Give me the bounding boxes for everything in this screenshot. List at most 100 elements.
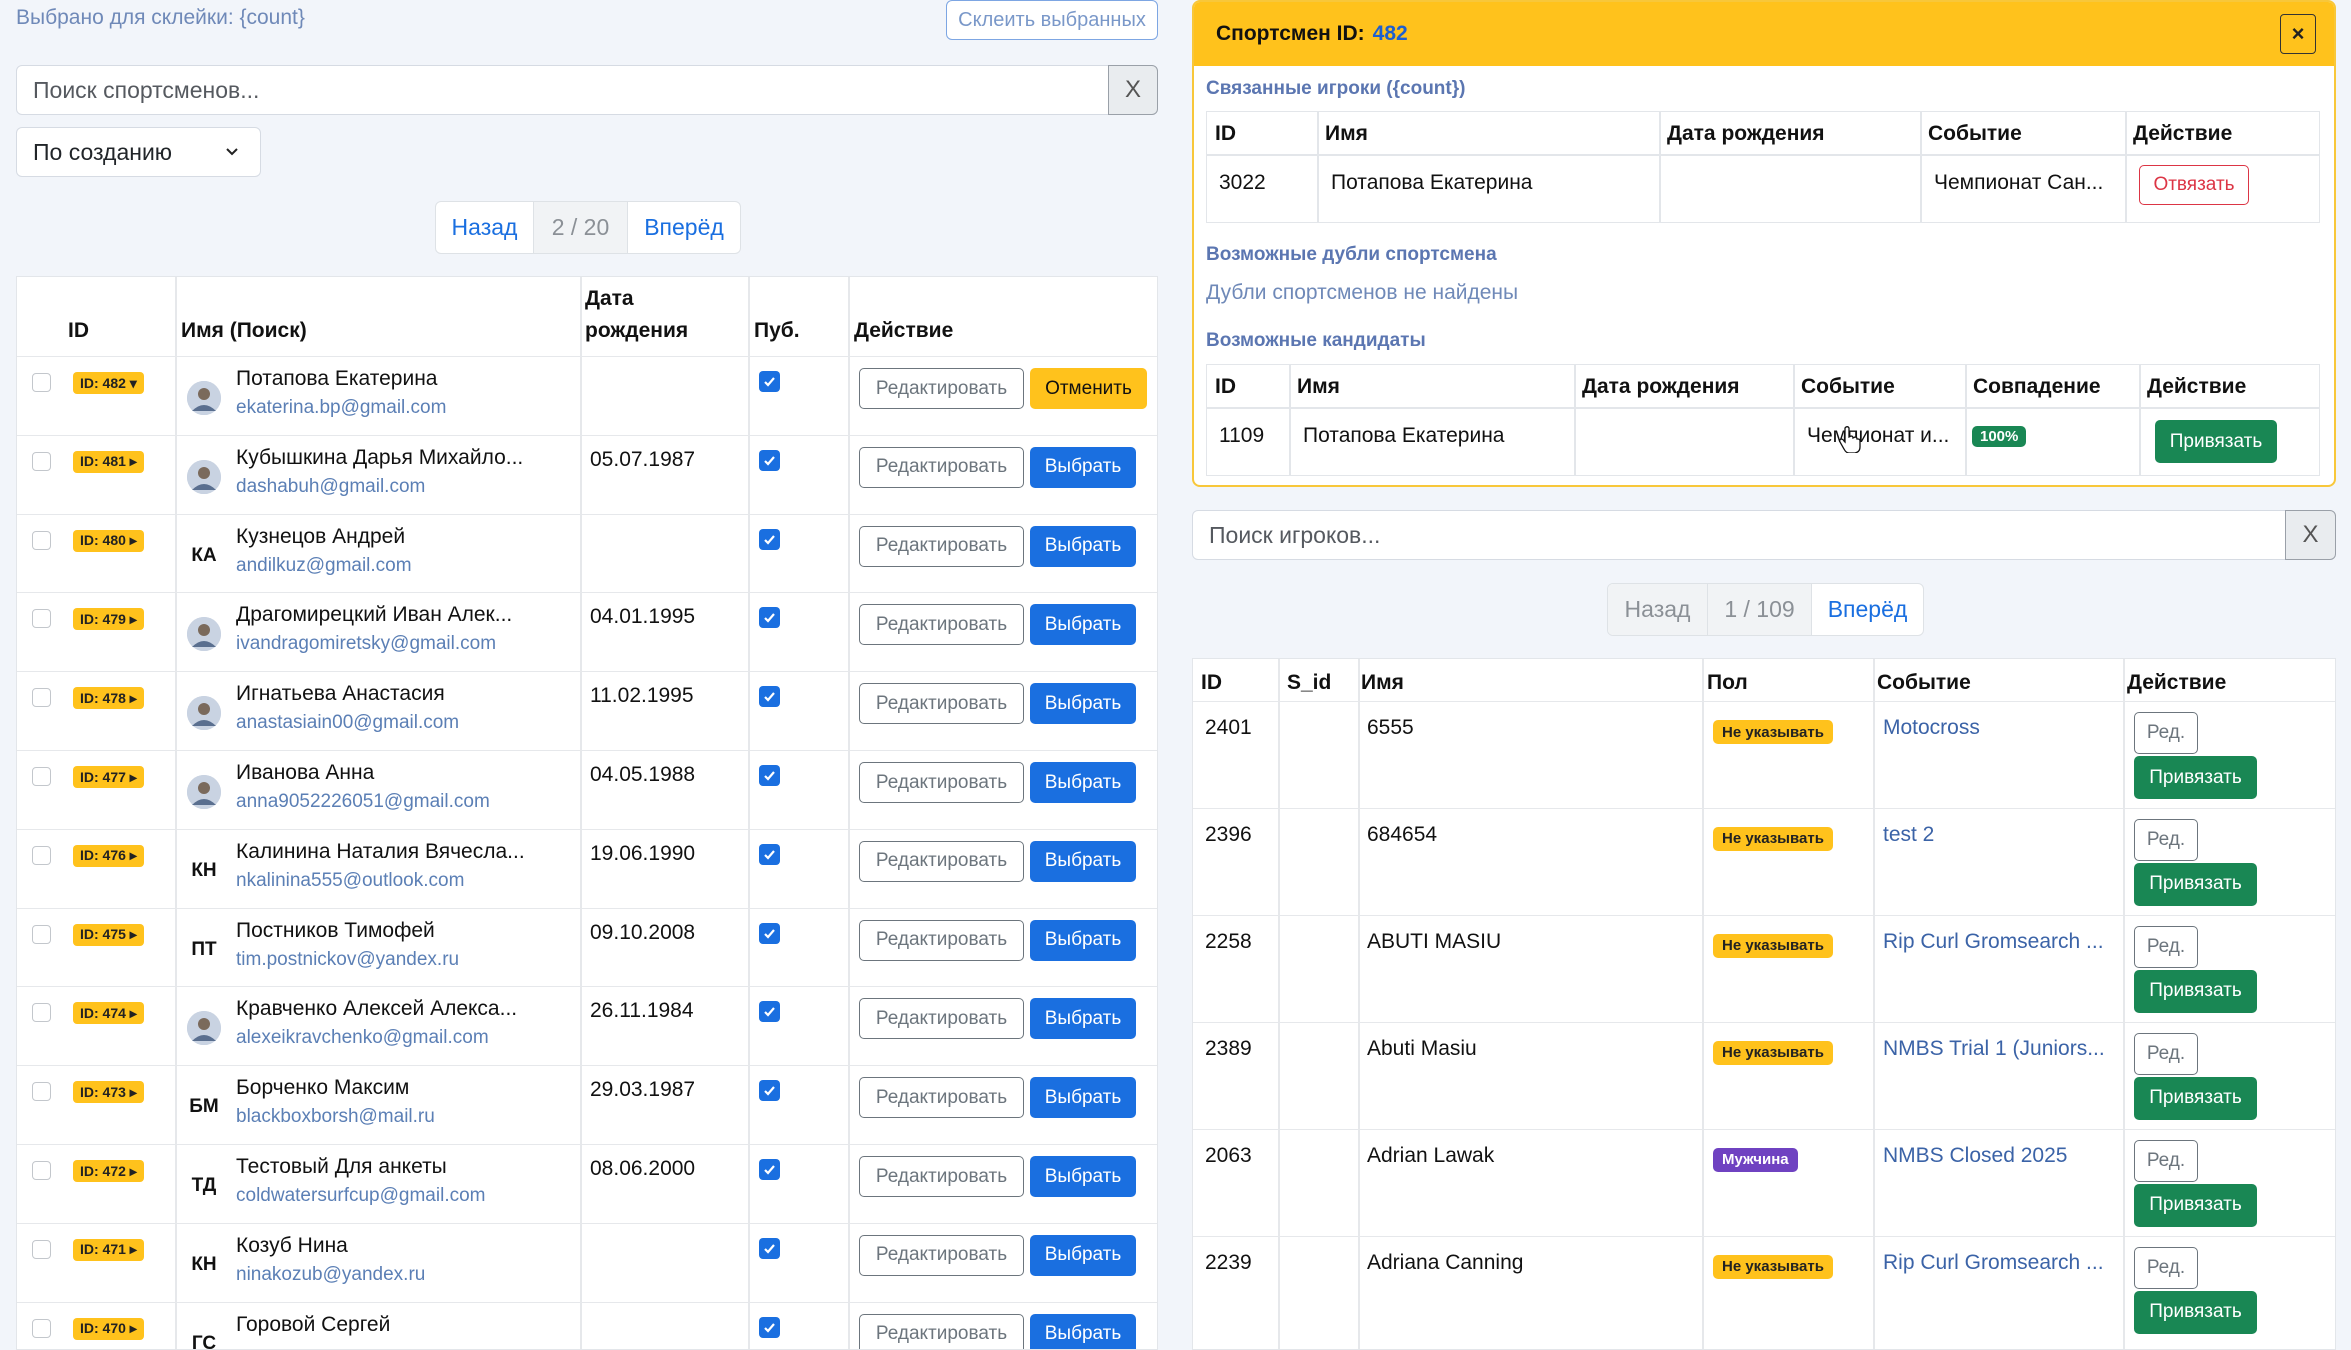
edit-button[interactable]: Редактировать xyxy=(859,919,1024,961)
edit-button[interactable]: Ред. xyxy=(2134,818,2198,861)
published-checkbox[interactable] xyxy=(759,686,780,708)
row-checkbox[interactable] xyxy=(32,767,51,786)
row-checkbox[interactable] xyxy=(32,1082,51,1102)
row-checkbox[interactable] xyxy=(32,1318,51,1338)
edit-button[interactable]: Редактировать xyxy=(859,1077,1024,1119)
row-checkbox[interactable] xyxy=(32,688,51,708)
edit-button[interactable]: Редактировать xyxy=(859,762,1024,803)
cancel-button[interactable]: Отменить xyxy=(1030,368,1147,409)
id-badge[interactable]: ID: 479 ▸ xyxy=(73,608,144,631)
row-checkbox[interactable] xyxy=(32,924,51,944)
select-button[interactable]: Выбрать xyxy=(1030,840,1136,882)
unlink-button[interactable]: Отвязать xyxy=(2139,165,2249,205)
select-button[interactable]: Выбрать xyxy=(1030,604,1136,646)
published-checkbox[interactable] xyxy=(759,607,780,629)
edit-button[interactable]: Редактировать xyxy=(859,1313,1024,1349)
avatar: КА xyxy=(191,544,217,566)
close-icon[interactable]: × xyxy=(2280,14,2316,54)
id-badge[interactable]: ID: 478 ▸ xyxy=(73,687,144,710)
edit-button[interactable]: Ред. xyxy=(2134,1032,2198,1075)
published-checkbox[interactable] xyxy=(759,1237,780,1259)
event-link[interactable]: test 2 xyxy=(1883,823,1934,847)
attach-button[interactable]: Привязать xyxy=(2134,969,2257,1013)
id-badge[interactable]: ID: 473 ▸ xyxy=(73,1081,144,1104)
row-checkbox[interactable] xyxy=(32,1239,51,1259)
row-checkbox[interactable] xyxy=(32,1003,51,1023)
event-link[interactable]: Rip Curl Gromsearch ... xyxy=(1883,930,2104,954)
edit-button[interactable]: Редактировать xyxy=(859,368,1024,409)
attach-button[interactable]: Привязать xyxy=(2134,862,2257,906)
next-page-button[interactable]: Вперёд xyxy=(1812,584,1923,635)
edit-button[interactable]: Ред. xyxy=(2134,1139,2198,1182)
select-button[interactable]: Выбрать xyxy=(1030,1156,1136,1197)
event-link[interactable]: Rip Curl Gromsearch ... xyxy=(1883,1251,2104,1275)
published-checkbox[interactable] xyxy=(759,765,780,786)
edit-button[interactable]: Ред. xyxy=(2134,1246,2198,1289)
select-button[interactable]: Выбрать xyxy=(1030,998,1136,1040)
edit-button[interactable]: Ред. xyxy=(2134,925,2198,968)
athlete-search-clear-button[interactable]: X xyxy=(1108,65,1158,115)
sort-select[interactable]: По созданию xyxy=(16,127,261,177)
select-button[interactable]: Выбрать xyxy=(1030,525,1136,567)
event-link[interactable]: NMBS Closed 2025 xyxy=(1883,1144,2067,1168)
published-checkbox[interactable] xyxy=(759,1316,780,1338)
published-checkbox[interactable] xyxy=(759,922,780,944)
attach-candidate-button[interactable]: Привязать xyxy=(2155,420,2277,463)
players-search-clear-button[interactable]: X xyxy=(2285,510,2336,560)
attach-button[interactable]: Привязать xyxy=(2134,1290,2257,1334)
attach-button[interactable]: Привязать xyxy=(2134,1183,2257,1227)
candidate-event-link[interactable]: Чемпионат и... xyxy=(1807,424,1949,448)
id-badge[interactable]: ID: 482 ▾ xyxy=(73,372,144,394)
merge-selected-button[interactable]: Склеить выбранных xyxy=(946,0,1158,40)
select-button[interactable]: Выбрать xyxy=(1030,446,1136,488)
id-badge[interactable]: ID: 472 ▸ xyxy=(73,1160,144,1182)
edit-button[interactable]: Ред. xyxy=(2134,712,2198,754)
select-button[interactable]: Выбрать xyxy=(1030,919,1136,961)
row-checkbox[interactable] xyxy=(32,451,51,471)
row-checkbox[interactable] xyxy=(32,530,51,550)
published-checkbox[interactable] xyxy=(759,1001,780,1023)
row-checkbox[interactable] xyxy=(32,845,51,865)
attach-button[interactable]: Привязать xyxy=(2134,1076,2257,1120)
select-button[interactable]: Выбрать xyxy=(1030,762,1136,803)
id-badge[interactable]: ID: 474 ▸ xyxy=(73,1002,144,1025)
athlete-search-input[interactable]: Поиск спортсменов... xyxy=(16,65,1109,115)
event-link[interactable]: Motocross xyxy=(1883,716,1980,740)
published-checkbox[interactable] xyxy=(759,843,780,865)
published-checkbox[interactable] xyxy=(759,528,780,550)
edit-button[interactable]: Редактировать xyxy=(859,840,1024,882)
edit-button[interactable]: Редактировать xyxy=(859,998,1024,1040)
select-button[interactable]: Выбрать xyxy=(1030,1077,1136,1119)
published-checkbox[interactable] xyxy=(759,1080,780,1102)
prev-page-button[interactable]: Назад xyxy=(436,202,534,253)
event-link[interactable]: NMBS Trial 1 (Juniors... xyxy=(1883,1037,2105,1061)
id-badge[interactable]: ID: 470 ▸ xyxy=(73,1317,144,1340)
select-button[interactable]: Выбрать xyxy=(1030,683,1136,725)
select-button[interactable]: Выбрать xyxy=(1030,1313,1136,1349)
edit-button[interactable]: Редактировать xyxy=(859,1156,1024,1197)
id-badge[interactable]: ID: 480 ▸ xyxy=(73,529,144,552)
edit-button[interactable]: Редактировать xyxy=(859,446,1024,488)
col-name[interactable]: Имя (Поиск) xyxy=(181,319,307,343)
row-checkbox[interactable] xyxy=(32,609,51,629)
published-checkbox[interactable] xyxy=(759,1159,780,1180)
id-badge[interactable]: ID: 481 ▸ xyxy=(73,450,144,473)
edit-button[interactable]: Редактировать xyxy=(859,604,1024,646)
id-badge[interactable]: ID: 476 ▸ xyxy=(73,844,144,867)
edit-button[interactable]: Редактировать xyxy=(859,1234,1024,1276)
published-checkbox[interactable] xyxy=(759,449,780,471)
row-checkbox[interactable] xyxy=(32,373,51,392)
published-checkbox[interactable] xyxy=(759,371,780,392)
linked-event-link[interactable]: Чемпионат Сан... xyxy=(1934,171,2103,195)
select-button[interactable]: Выбрать xyxy=(1030,1234,1136,1276)
attach-button[interactable]: Привязать xyxy=(2134,756,2257,799)
id-badge[interactable]: ID: 475 ▸ xyxy=(73,923,144,946)
edit-button[interactable]: Редактировать xyxy=(859,525,1024,567)
id-badge[interactable]: ID: 477 ▸ xyxy=(73,766,144,788)
edit-button[interactable]: Редактировать xyxy=(859,683,1024,725)
prev-page-button[interactable]: Назад xyxy=(1608,584,1708,635)
next-page-button[interactable]: Вперёд xyxy=(628,202,740,253)
row-checkbox[interactable] xyxy=(32,1161,51,1180)
players-search-input[interactable]: Поиск игроков... xyxy=(1192,510,2286,560)
id-badge[interactable]: ID: 471 ▸ xyxy=(73,1238,144,1261)
